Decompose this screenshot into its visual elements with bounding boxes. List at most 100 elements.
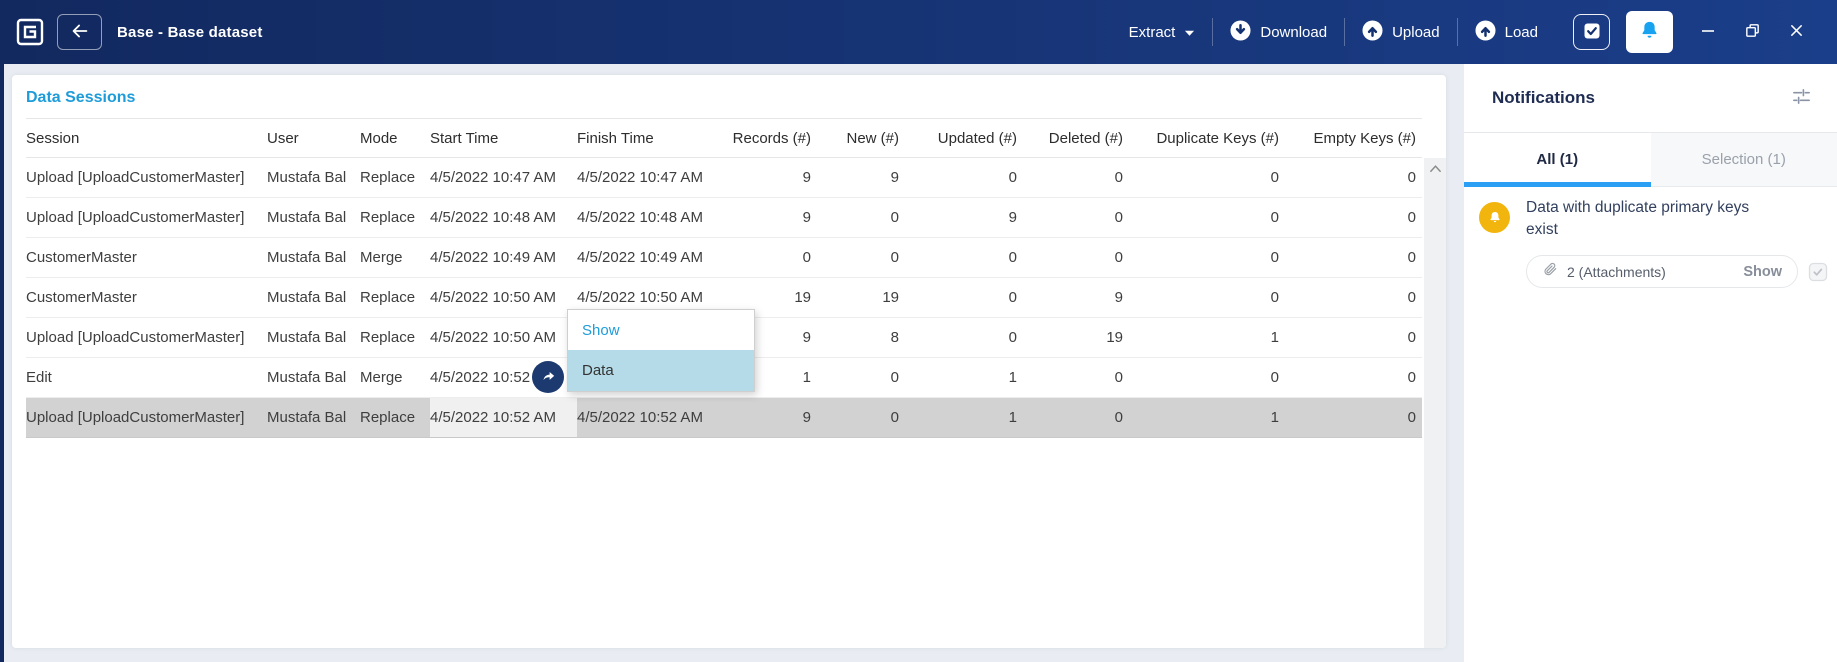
- cell-records: 0: [802, 249, 811, 266]
- cell-user: Mustafa Bal: [267, 329, 347, 346]
- load-button[interactable]: Load: [1458, 19, 1555, 45]
- column-header-duplicate_keys[interactable]: Duplicate Keys (#): [1129, 130, 1285, 147]
- cell-new: 9: [890, 169, 899, 186]
- cell-new: 19: [882, 289, 899, 306]
- column-header-mode[interactable]: Mode: [360, 130, 430, 147]
- cell-deleted: 0: [1114, 369, 1123, 386]
- extract-menu-button[interactable]: Extract: [1112, 24, 1213, 41]
- column-header-updated[interactable]: Updated (#): [905, 130, 1023, 147]
- cell-mode: Replace: [360, 209, 416, 226]
- notification-select-checkbox[interactable]: [1808, 262, 1828, 282]
- notifications-panel: Notifications All (1) Selection (1) Data …: [1464, 64, 1837, 662]
- cell-start_time: 4/5/2022 10:48 AM: [430, 209, 556, 226]
- cell-finish_time: 4/5/2022 10:48 AM: [577, 209, 703, 226]
- minimize-button[interactable]: [1693, 17, 1723, 47]
- cell-deleted: 0: [1114, 409, 1123, 426]
- cell-updated: 9: [1008, 209, 1017, 226]
- arrow-left-icon: [69, 20, 91, 45]
- download-icon: [1230, 19, 1251, 45]
- table-row[interactable]: Upload [UploadCustomerMaster] Mustafa Bal…: [26, 398, 1422, 438]
- share-row-button[interactable]: [532, 361, 564, 393]
- cell-session: Upload [UploadCustomerMaster]: [26, 329, 245, 346]
- cell-user: Mustafa Bal: [267, 169, 347, 186]
- cell-duplicate_keys: 0: [1270, 369, 1279, 386]
- back-button[interactable]: [57, 14, 102, 50]
- attachments-show-button[interactable]: Show: [1743, 264, 1782, 280]
- tasks-checkbox-button[interactable]: [1573, 14, 1610, 50]
- notifications-filter-button[interactable]: [1787, 84, 1815, 112]
- window-title: Base - Base dataset: [117, 23, 263, 41]
- cell-user: Mustafa Bal: [267, 209, 347, 226]
- cell-session: CustomerMaster: [26, 249, 137, 266]
- app-logo-icon: [16, 18, 44, 46]
- column-header-start_time[interactable]: Start Time: [430, 130, 577, 147]
- cell-updated: 0: [1008, 329, 1017, 346]
- cell-user: Mustafa Bal: [267, 369, 347, 386]
- upload-icon: [1362, 19, 1383, 45]
- column-header-session[interactable]: Session: [26, 130, 267, 147]
- menu-item-data[interactable]: Data: [568, 350, 754, 391]
- cell-records: 9: [802, 209, 811, 226]
- cell-deleted: 0: [1114, 209, 1123, 226]
- column-header-records[interactable]: Records (#): [727, 130, 817, 147]
- cell-deleted: 0: [1114, 249, 1123, 266]
- cell-user: Mustafa Bal: [267, 249, 347, 266]
- cell-start_time: 4/5/2022 10:47 AM: [430, 169, 556, 186]
- close-button[interactable]: [1781, 17, 1811, 47]
- column-header-empty_keys[interactable]: Empty Keys (#): [1285, 130, 1422, 147]
- cell-new: 0: [890, 409, 899, 426]
- notification-message: Data with duplicate primary keys exist: [1526, 199, 1750, 238]
- minimize-icon: [1700, 23, 1716, 42]
- tab-selection[interactable]: Selection (1): [1650, 133, 1837, 186]
- cell-finish_time: 4/5/2022 10:49 AM: [577, 249, 703, 266]
- cell-duplicate_keys: 0: [1270, 169, 1279, 186]
- extract-label: Extract: [1128, 23, 1176, 41]
- attachments-chip[interactable]: 2 (Attachments) Show: [1526, 255, 1798, 288]
- cell-deleted: 19: [1106, 329, 1123, 346]
- table-scrollbar[interactable]: [1424, 158, 1446, 648]
- download-button[interactable]: Download: [1213, 19, 1344, 45]
- cell-start_time: 4/5/2022 10:50 AM: [430, 289, 556, 306]
- cell-duplicate_keys: 0: [1270, 249, 1279, 266]
- table-row[interactable]: CustomerMaster Mustafa Bal Merge 4/5/2022 1…: [26, 238, 1422, 278]
- cell-updated: 0: [1008, 249, 1017, 266]
- cell-session: Upload [UploadCustomerMaster]: [26, 209, 245, 226]
- restore-button[interactable]: [1737, 17, 1767, 47]
- cell-empty_keys: 0: [1407, 249, 1416, 266]
- cell-new: 0: [890, 249, 899, 266]
- table-row[interactable]: Upload [UploadCustomerMaster] Mustafa Bal…: [26, 158, 1422, 198]
- cell-session: Upload [UploadCustomerMaster]: [26, 409, 245, 426]
- cell-empty_keys: 0: [1407, 409, 1416, 426]
- cell-duplicate_keys: 1: [1270, 409, 1279, 426]
- table-header-row: Session User Mode Start Time Finish Time Reco…: [26, 118, 1422, 158]
- cell-mode: Replace: [360, 289, 416, 306]
- upload-button[interactable]: Upload: [1345, 19, 1457, 45]
- cell-mode: Replace: [360, 329, 416, 346]
- download-label: Download: [1260, 23, 1328, 41]
- cell-new: 0: [890, 369, 899, 386]
- context-menu-header[interactable]: Show: [568, 310, 754, 350]
- cell-finish_time: 4/5/2022 10:47 AM: [577, 169, 703, 186]
- cell-session: Upload [UploadCustomerMaster]: [26, 169, 245, 186]
- restore-icon: [1744, 22, 1761, 42]
- cell-start_time: 4/5/2022 10:52 AM: [430, 398, 577, 437]
- cell-empty_keys: 0: [1407, 169, 1416, 186]
- bell-icon: [1638, 19, 1661, 45]
- table-body: Upload [UploadCustomerMaster] Mustafa Bal…: [26, 158, 1422, 438]
- cell-user: Mustafa Bal: [267, 289, 347, 306]
- cell-deleted: 0: [1114, 169, 1123, 186]
- column-header-new[interactable]: New (#): [817, 130, 905, 147]
- cell-session: CustomerMaster: [26, 289, 137, 306]
- filter-sliders-icon: [1791, 86, 1812, 110]
- cell-updated: 0: [1008, 169, 1017, 186]
- tab-all[interactable]: All (1): [1464, 133, 1651, 187]
- column-header-user[interactable]: User: [267, 130, 360, 147]
- cell-empty_keys: 0: [1407, 329, 1416, 346]
- notifications-bell-button[interactable]: [1626, 11, 1673, 53]
- load-icon: [1475, 19, 1496, 45]
- column-header-deleted[interactable]: Deleted (#): [1023, 130, 1129, 147]
- table-row[interactable]: Upload [UploadCustomerMaster] Mustafa Bal…: [26, 198, 1422, 238]
- column-header-finish_time[interactable]: Finish Time: [577, 130, 727, 147]
- close-icon: [1789, 23, 1804, 41]
- cell-empty_keys: 0: [1407, 369, 1416, 386]
